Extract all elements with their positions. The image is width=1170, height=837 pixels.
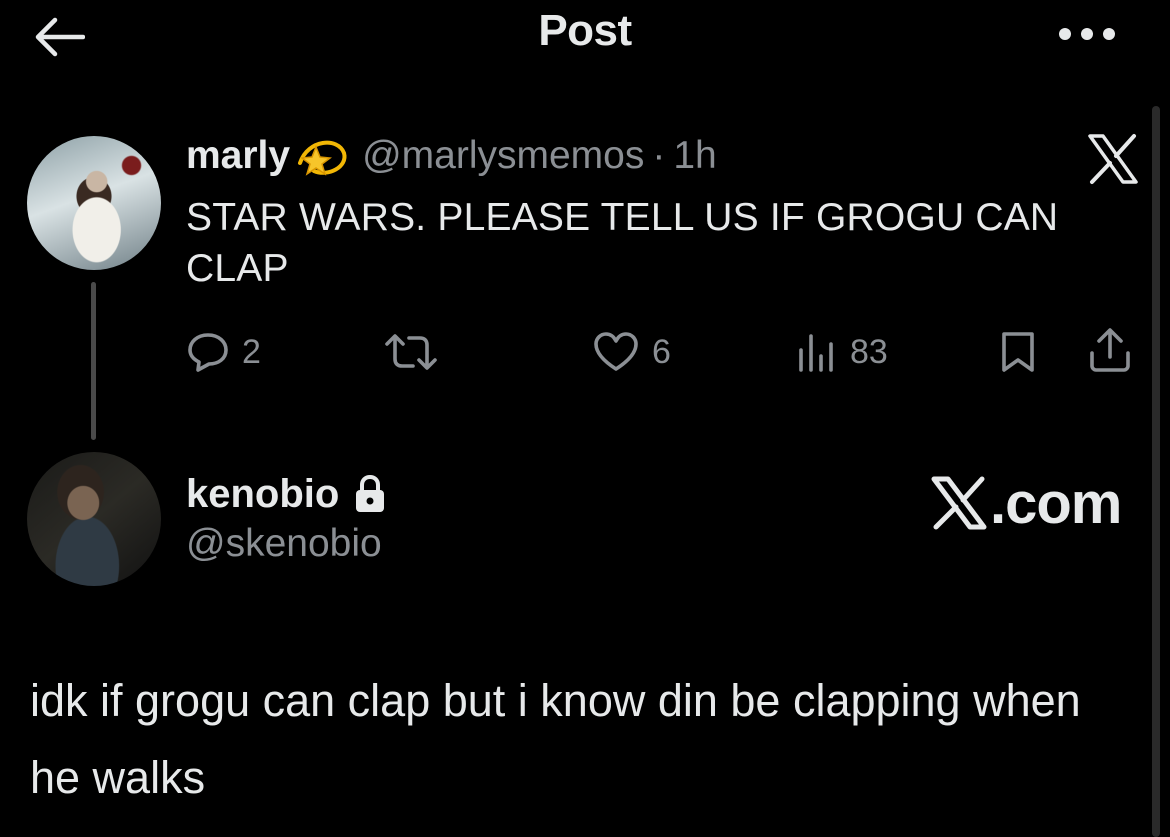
bar-chart-icon	[799, 334, 833, 372]
scrollbar[interactable]	[1152, 106, 1160, 837]
x-com-watermark: .com	[930, 470, 1122, 536]
reply-text: idk if grogu can clap but i know din be …	[30, 675, 1081, 803]
views-count: 83	[850, 332, 888, 371]
share-button[interactable]	[1086, 326, 1134, 374]
dizzy-star-emoji-icon	[298, 140, 347, 176]
share-icon	[1090, 328, 1130, 372]
x-com-suffix: .com	[990, 470, 1122, 536]
author-display-name[interactable]: marly	[186, 134, 290, 178]
speech-bubble-icon	[188, 333, 228, 372]
retweet-button[interactable]	[382, 328, 440, 376]
reply-author-name-line: kenobio	[186, 468, 387, 520]
heart-icon	[594, 332, 638, 371]
bookmark-icon	[1002, 332, 1034, 372]
like-count: 6	[652, 332, 671, 371]
reply-count: 2	[242, 332, 261, 371]
reply-handle[interactable]: @skenobio	[186, 522, 382, 566]
post-text: STAR WARS. PLEASE TELL US IF GROGU CAN C…	[186, 196, 1059, 290]
page-title: Post	[538, 6, 632, 55]
views-button[interactable]: 83	[796, 328, 888, 376]
bookmark-button[interactable]	[998, 328, 1038, 376]
post-author-line: marly @marlysmemos · 1h	[186, 132, 717, 180]
lock-icon	[356, 474, 385, 512]
author-handle[interactable]: @marlysmemos	[362, 134, 644, 178]
x-logo-icon	[1088, 134, 1138, 184]
post-time[interactable]: 1h	[673, 134, 716, 178]
thread-line	[91, 282, 96, 440]
like-button[interactable]: 6	[592, 328, 671, 376]
more-button[interactable]	[1054, 14, 1120, 54]
reply-display-name[interactable]: kenobio	[186, 472, 339, 517]
avatar-marly[interactable]	[27, 136, 161, 270]
more-horizontal-icon	[1059, 28, 1115, 40]
avatar-kenobio[interactable]	[27, 452, 161, 586]
retweet-icon	[385, 334, 437, 370]
reply-button[interactable]: 2	[186, 328, 261, 376]
separator-dot: ·	[652, 134, 666, 177]
x-logo-icon	[931, 476, 987, 530]
